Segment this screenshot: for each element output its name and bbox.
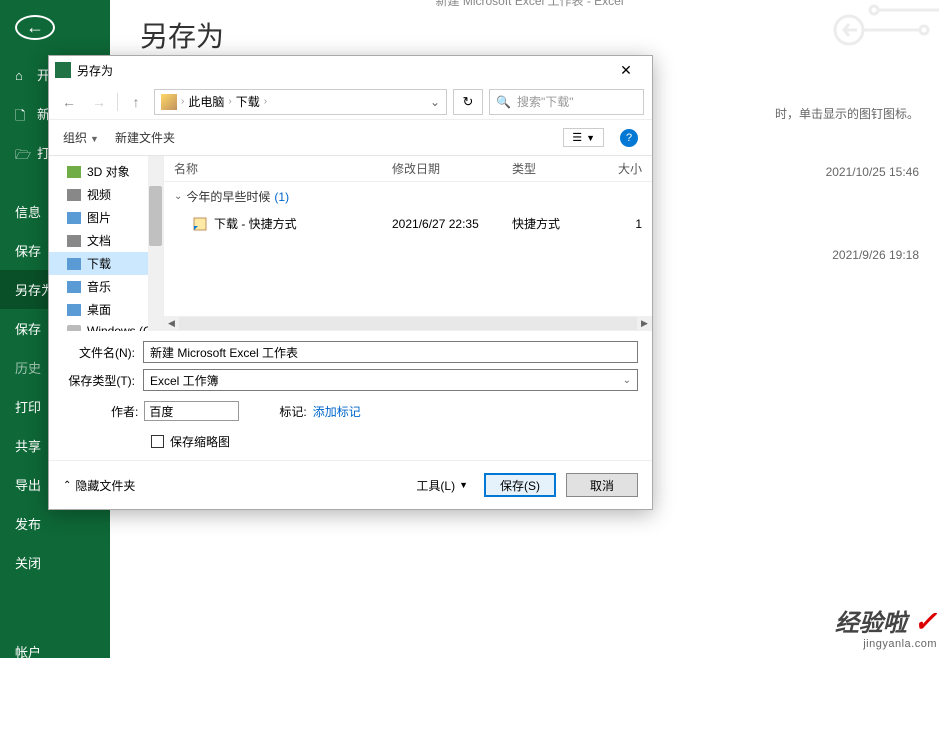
chevron-right-icon: › <box>264 96 267 107</box>
scroll-right-icon[interactable]: ▶ <box>637 316 652 331</box>
chevron-right-icon: › <box>181 96 184 107</box>
column-name[interactable]: 名称 <box>174 160 392 177</box>
column-date[interactable]: 修改日期 <box>392 160 512 177</box>
help-button[interactable]: ? <box>620 129 638 147</box>
file-row[interactable]: 下载 - 快捷方式 2021/6/27 22:35 快捷方式 1 <box>164 211 652 236</box>
new-folder-button[interactable]: 新建文件夹 <box>115 129 175 146</box>
chevron-up-icon: ⌃ <box>63 480 71 491</box>
dialog-titlebar: 另存为 ✕ <box>49 56 652 84</box>
sidebar-item-close[interactable]: 关闭 <box>0 543 110 582</box>
breadcrumb-part-2[interactable]: 下载 <box>236 93 260 110</box>
back-button[interactable]: ← <box>15 15 55 40</box>
chevron-down-icon: ▼ <box>90 134 99 144</box>
shortcut-icon <box>192 216 208 232</box>
organize-button[interactable]: 组织▼ <box>63 129 99 146</box>
tags-label: 标记: <box>279 403 306 420</box>
sidebar-item-feedback[interactable]: 反馈 <box>0 671 110 710</box>
page-title: 另存为 <box>140 15 919 55</box>
horizontal-scrollbar[interactable]: ◀ ▶ <box>164 316 652 331</box>
chevron-right-icon: › <box>228 96 231 107</box>
sidebar-item-account[interactable]: 帐户 <box>0 632 110 671</box>
tree-item-drive-c[interactable]: Windows (C:) <box>49 321 163 331</box>
breadcrumb-dropdown-icon[interactable]: ⌄ <box>430 95 440 109</box>
tree-item-pictures[interactable]: 图片 <box>49 206 163 229</box>
pc-icon <box>161 94 177 110</box>
tree-item-videos[interactable]: 视频 <box>49 183 163 206</box>
cancel-button[interactable]: 取消 <box>566 473 638 497</box>
close-button[interactable]: ✕ <box>606 58 646 82</box>
tree-item-downloads[interactable]: 下载 <box>49 252 163 275</box>
breadcrumb[interactable]: › 此电脑 › 下载 › ⌄ <box>154 89 447 115</box>
breadcrumb-part-1[interactable]: 此电脑 <box>188 93 224 110</box>
recent-date-2: 2021/9/26 19:18 <box>832 248 919 262</box>
disk-icon <box>67 325 81 331</box>
pin-hint-text: 时，单击显示的图钉图标。 <box>775 105 919 122</box>
search-input[interactable]: 🔍 搜索"下载" <box>489 89 644 115</box>
recent-date-1: 2021/10/25 15:46 <box>826 165 919 179</box>
3d-icon <box>67 166 81 178</box>
chevron-down-icon: ▼ <box>586 133 595 143</box>
column-type[interactable]: 类型 <box>512 160 602 177</box>
add-tags-link[interactable]: 添加标记 <box>313 403 361 420</box>
tree-scrollbar[interactable] <box>148 156 163 331</box>
hide-folders-button[interactable]: ⌃ 隐藏文件夹 <box>63 477 135 494</box>
thumbnail-checkbox[interactable] <box>151 435 164 448</box>
watermark: 经验啦 ✓ jingyanla.com <box>835 603 937 650</box>
new-icon: 🗋 <box>15 107 29 121</box>
tree-item-3dobjects[interactable]: 3D 对象 <box>49 160 163 183</box>
filetype-label: 保存类型(T): <box>63 372 143 389</box>
pictures-icon <box>67 212 81 224</box>
documents-icon <box>67 235 81 247</box>
save-as-dialog: 另存为 ✕ ← → ↑ › 此电脑 › 下载 › ⌄ ↻ 🔍 搜索"下载" 组织… <box>48 55 653 510</box>
thumbnail-label: 保存缩略图 <box>170 433 230 450</box>
excel-icon <box>55 62 71 78</box>
nav-back-button[interactable]: ← <box>57 90 81 114</box>
view-options-button[interactable]: ☰▼ <box>563 128 604 147</box>
chevron-down-icon: ⌄ <box>174 191 182 202</box>
author-label: 作者: <box>111 403 138 420</box>
save-button[interactable]: 保存(S) <box>484 473 556 497</box>
scroll-left-icon[interactable]: ◀ <box>164 316 179 331</box>
video-icon <box>67 189 81 201</box>
tools-dropdown[interactable]: 工具(L) ▼ <box>410 477 474 494</box>
tree-item-documents[interactable]: 文档 <box>49 229 163 252</box>
sidebar-item-options[interactable]: 选项 <box>0 710 110 749</box>
search-icon: 🔍 <box>496 95 511 109</box>
file-list: 名称 修改日期 类型 大小 ⌄ 今年的早些时候 (1) 下载 - 快捷方式 20… <box>164 156 652 331</box>
folder-tree: 3D 对象 视频 图片 文档 下载 音乐 桌面 Windows (C:) 本地磁… <box>49 156 164 331</box>
nav-forward-button[interactable]: → <box>87 90 111 114</box>
refresh-button[interactable]: ↻ <box>453 89 483 115</box>
desktop-icon <box>67 304 81 316</box>
list-icon: ☰ <box>572 131 582 144</box>
filename-input[interactable] <box>143 341 638 363</box>
tree-item-music[interactable]: 音乐 <box>49 275 163 298</box>
search-placeholder: 搜索"下载" <box>517 93 574 110</box>
music-icon <box>67 281 81 293</box>
home-icon: ⌂ <box>15 68 29 82</box>
chevron-down-icon: ▼ <box>459 480 468 490</box>
file-group-header[interactable]: ⌄ 今年的早些时候 (1) <box>164 182 652 211</box>
chevron-down-icon: ⌄ <box>623 375 631 386</box>
dialog-title-text: 另存为 <box>77 62 113 79</box>
downloads-icon <box>67 258 81 270</box>
tree-item-desktop[interactable]: 桌面 <box>49 298 163 321</box>
open-icon: 🗁 <box>15 146 29 160</box>
column-size[interactable]: 大小 <box>602 160 642 177</box>
filename-label: 文件名(N): <box>63 344 143 361</box>
filetype-select[interactable]: Excel 工作簿 ⌄ <box>143 369 638 391</box>
decorative-circuit-icon <box>819 0 949 60</box>
nav-up-button[interactable]: ↑ <box>124 90 148 114</box>
check-icon: ✓ <box>914 606 937 637</box>
author-input[interactable] <box>144 401 239 421</box>
